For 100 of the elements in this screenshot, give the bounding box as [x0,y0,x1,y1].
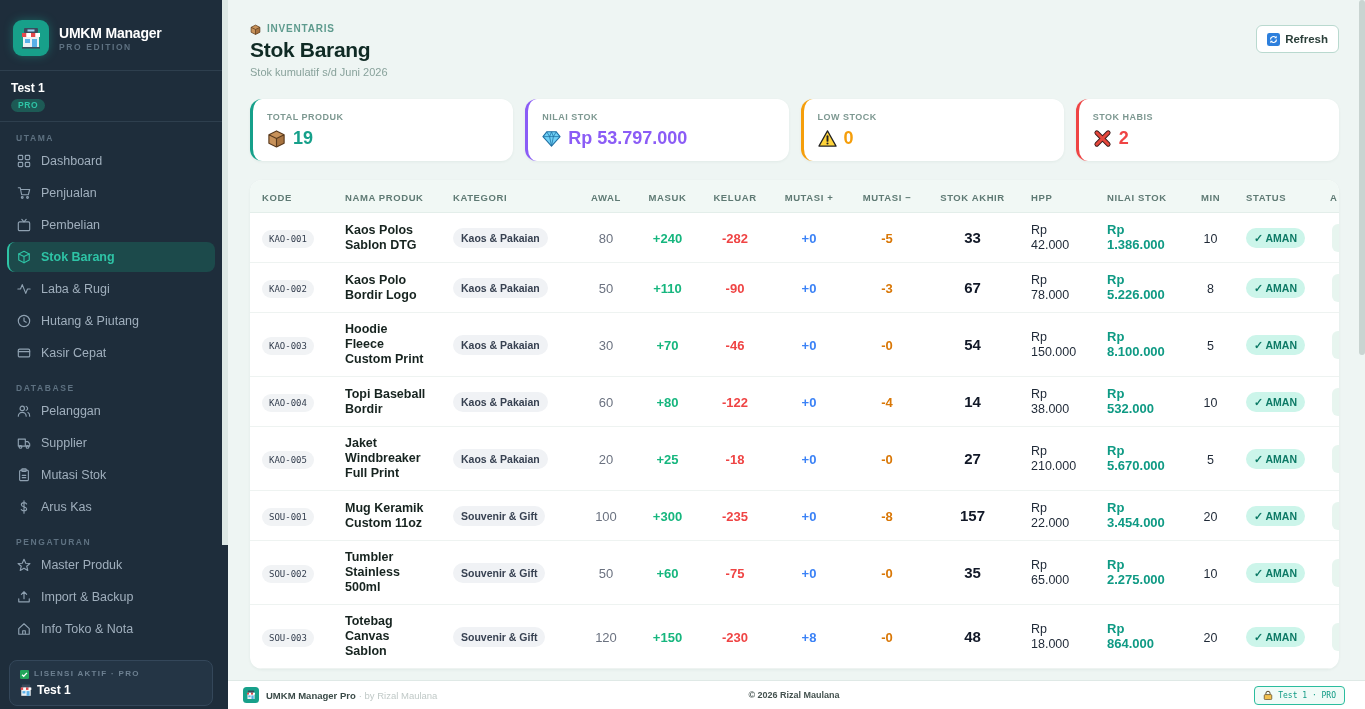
stock-out: -75 [725,565,745,581]
nav-item[interactable]: Import & Backup [7,582,215,612]
app-title: UMKM Manager [59,24,162,42]
author-credit: · by Rizal Maulana [358,689,438,701]
section-label: UTAMA [15,132,56,145]
nav-item[interactable]: Info Toko & Nota [7,614,215,644]
page-eyebrow: INVENTARIS [267,22,335,36]
page-title: Stok Barang [250,37,371,63]
stock-out: -282 [722,230,748,246]
stock-out: -90 [725,280,745,296]
mutation-minus: -3 [881,280,893,296]
action-button[interactable] [1332,444,1339,473]
nav-item[interactable]: Master Produk [7,550,215,580]
mutation-minus: -0 [881,337,893,353]
mutation-plus: +0 [801,337,817,353]
stock-in: +60 [656,565,679,581]
product-code: SOU-003 [262,628,314,647]
star-icon [17,558,31,572]
min-stock: 5 [1207,452,1214,467]
cross-icon [1092,128,1112,148]
scrollbar[interactable] [1359,0,1365,355]
nav-item[interactable]: Dashboard [7,146,215,176]
license-status: LISENSI AKTIF · PRO [34,668,140,680]
product-name: Tumbler Stainless 500ml [345,550,401,595]
action-button[interactable] [1332,273,1339,302]
mutation-minus: -8 [881,508,893,524]
nav-item[interactable]: Kasir Cepat [7,338,215,368]
stat-label: TOTAL PRODUK [267,111,345,123]
mutation-plus: +0 [801,565,817,581]
store-logo-icon [243,687,259,703]
stock-out: -122 [722,394,748,410]
refresh-button[interactable]: Refresh [1256,25,1339,53]
nav-item[interactable]: Laba & Rugi [7,274,215,304]
stock-final: 14 [964,392,981,410]
stock-final: 67 [964,278,981,296]
action-button[interactable] [1332,622,1339,651]
mutation-minus: -0 [881,451,893,467]
stock-in: +300 [652,508,683,524]
product-code: SOU-002 [262,564,314,583]
truck-icon [17,436,31,450]
nav-item[interactable]: Arus Kas [7,492,215,522]
stock-start: 60 [598,394,614,410]
app-name: UMKM Manager Pro [266,689,356,701]
min-stock: 5 [1207,338,1214,353]
box-icon [17,250,31,264]
mutation-plus: +0 [801,394,817,410]
nav-item[interactable]: Pembelian [7,210,215,240]
action-button[interactable] [1332,330,1339,359]
min-stock: 20 [1203,630,1218,645]
product-name: Topi Baseball Bordir [345,386,427,417]
nav-item[interactable]: Mutasi Stok [7,460,215,490]
cart-icon [17,186,31,200]
mutation-plus: +0 [801,508,817,524]
column-header: KODE [262,192,292,203]
product-code: KAO-004 [262,393,314,412]
stock-out: -18 [725,451,745,467]
stock-value: Rp 532.000 [1107,386,1155,416]
stat-label: STOK HABIS [1092,111,1155,123]
stock-in: +25 [656,451,679,467]
store-logo-icon [13,20,49,56]
column-header: MUTASI − [862,192,912,203]
status-badge: ✓ AMAN [1246,505,1306,526]
action-button[interactable] [1332,558,1339,587]
cost-price: Rp 210.000 [1031,443,1078,474]
status-badge: ✓ AMAN [1246,448,1306,469]
stock-final: 157 [960,506,985,524]
mutation-minus: -0 [881,629,893,645]
user-name: Test 1 [11,80,45,96]
nav-item[interactable]: Hutang & Piutang [7,306,215,336]
section-label: PENGATURAN [15,536,93,549]
stock-out: -235 [722,508,748,524]
stock-start: 120 [595,629,617,645]
category-tag: Souvenir & Gift [453,562,546,583]
nav-item[interactable]: Stok Barang [7,242,215,272]
stock-final: 48 [964,627,981,645]
section-label: DATABASE [15,382,76,395]
stat-value: Rp 53.797.000 [568,127,688,149]
pulse-icon [17,282,31,296]
box-icon [267,128,286,148]
mutation-plus: +0 [801,451,817,467]
stock-value: Rp 5.670.000 [1107,443,1166,473]
stock-start: 50 [598,280,614,296]
license-user: Test 1 [37,683,71,698]
nav-item[interactable]: Pelanggan [7,396,215,426]
box-icon [250,23,261,35]
action-button[interactable] [1332,223,1339,252]
stock-in: +110 [653,280,682,296]
scrollbar[interactable] [222,0,228,545]
action-button[interactable] [1332,387,1339,416]
stock-value: Rp 2.275.000 [1107,557,1166,587]
mutation-minus: -0 [881,565,893,581]
product-code: KAO-002 [262,279,314,298]
stock-final: 35 [964,563,981,581]
action-button[interactable] [1332,501,1339,530]
product-code: KAO-005 [262,450,314,469]
column-header: KATEGORI [453,192,508,203]
nav-item[interactable]: Penjualan [7,178,215,208]
grid-icon [17,154,31,168]
nav-item[interactable]: Supplier [7,428,215,458]
column-header: NILAI STOK [1107,192,1167,203]
